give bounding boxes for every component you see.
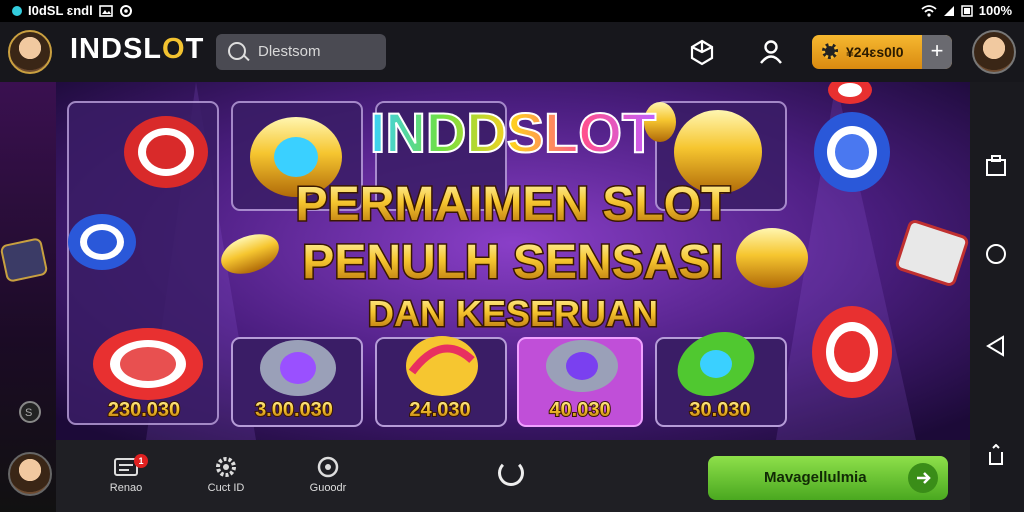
bottom-nav: 1 Renao Cuct ID Guoodr Mavagellulmia (56, 440, 970, 512)
left-side-panel: S (0, 82, 56, 512)
left-avatar[interactable] (8, 452, 52, 496)
logo-text-part2: O (162, 33, 186, 65)
back-icon[interactable] (984, 334, 1008, 358)
prize-amount-2: 3.00.030 (255, 399, 333, 421)
gem-blue (274, 137, 318, 177)
svg-text:S: S (25, 407, 32, 419)
banner-headline-2: PENULH SENSASI (302, 236, 723, 289)
wifi-icon (921, 4, 937, 17)
gem-purple (566, 352, 598, 380)
prize-amount-1: 230.030 (108, 399, 180, 421)
play-now-label: Mavagellulmia (764, 469, 867, 486)
location-icon (119, 4, 132, 17)
nav-label-guoodr: Guoodr (309, 482, 347, 494)
shield-icon (317, 456, 339, 478)
android-nav-bar (970, 82, 1024, 512)
poker-chip-red (124, 116, 208, 188)
banner-headline-1: PERMAIMEN SLOT (296, 178, 731, 231)
prize-amount-5: 30.030 (689, 399, 750, 421)
nav-item-guoodr[interactable]: Guoodr (298, 456, 358, 494)
arrow-icon (908, 463, 938, 493)
right-avatar[interactable] (972, 30, 1016, 74)
status-bar: I0dSL ɛndl 100% (0, 0, 1024, 22)
chest-icon (0, 238, 48, 282)
app-logo[interactable]: INDSLOT (70, 33, 204, 66)
search-bar[interactable]: Dlestsom (216, 34, 386, 70)
poker-chip-red-right (812, 306, 892, 398)
user-avatar[interactable] (8, 30, 52, 74)
play-now-button[interactable]: Mavagellulmia (708, 456, 948, 500)
image-icon (98, 4, 113, 17)
gear-icon (216, 457, 236, 477)
nav-label-cuct-id: Cuct ID (207, 482, 245, 494)
cube-icon[interactable] (688, 38, 716, 66)
overview-icon[interactable] (984, 154, 1008, 178)
logo-text-part3: T (185, 33, 205, 65)
search-icon (228, 42, 246, 60)
prize-amount-4: 40.030 (549, 399, 610, 421)
poker-chip-blue-right (814, 112, 890, 192)
status-left-text: I0dSL ɛndl (28, 3, 93, 18)
coin-value: ¥24ɛs0l0 (846, 44, 904, 60)
loading-spinner-icon (498, 460, 524, 486)
notification-badge: 1 (134, 454, 148, 468)
home-icon[interactable] (984, 242, 1008, 266)
battery-percent: 100% (978, 3, 1012, 18)
app-status-icon (12, 5, 22, 16)
promo-banner[interactable]: INDDSLOT PERMAIMEN SLOT PENULH SENSASI D… (56, 82, 970, 440)
profile-icon[interactable] (757, 38, 785, 66)
search-placeholder: Dlestsom (258, 43, 321, 60)
nav-label-renao: Renao (109, 482, 143, 494)
coin-balance[interactable]: ¥24ɛs0l0 + (812, 35, 952, 69)
nav-item-cuct-id[interactable]: Cuct ID (196, 456, 256, 494)
battery-icon (961, 4, 973, 17)
nav-item-renao[interactable]: 1 Renao (96, 454, 156, 494)
banner-headline-3: DAN KESERUAN (368, 293, 658, 334)
gem-blue (700, 350, 732, 378)
prize-amount-3: 24.030 (409, 399, 470, 421)
add-coins-button[interactable]: + (922, 35, 952, 69)
gem-purple (280, 352, 316, 384)
settings-small-icon[interactable]: S (18, 400, 42, 424)
banner-brand: INDDSLOT (370, 101, 656, 164)
poker-chip-blue (68, 214, 136, 270)
rotate-icon[interactable] (984, 444, 1008, 468)
signal-icon (943, 5, 954, 16)
logo-text-part1: INDSL (70, 33, 162, 65)
coin-gear-icon (822, 43, 838, 59)
top-bar: INDSLOT Dlestsom ¥24ɛs0l0 + (0, 22, 1024, 82)
gold-coin (736, 228, 808, 288)
poker-chip-red-large (93, 328, 203, 400)
